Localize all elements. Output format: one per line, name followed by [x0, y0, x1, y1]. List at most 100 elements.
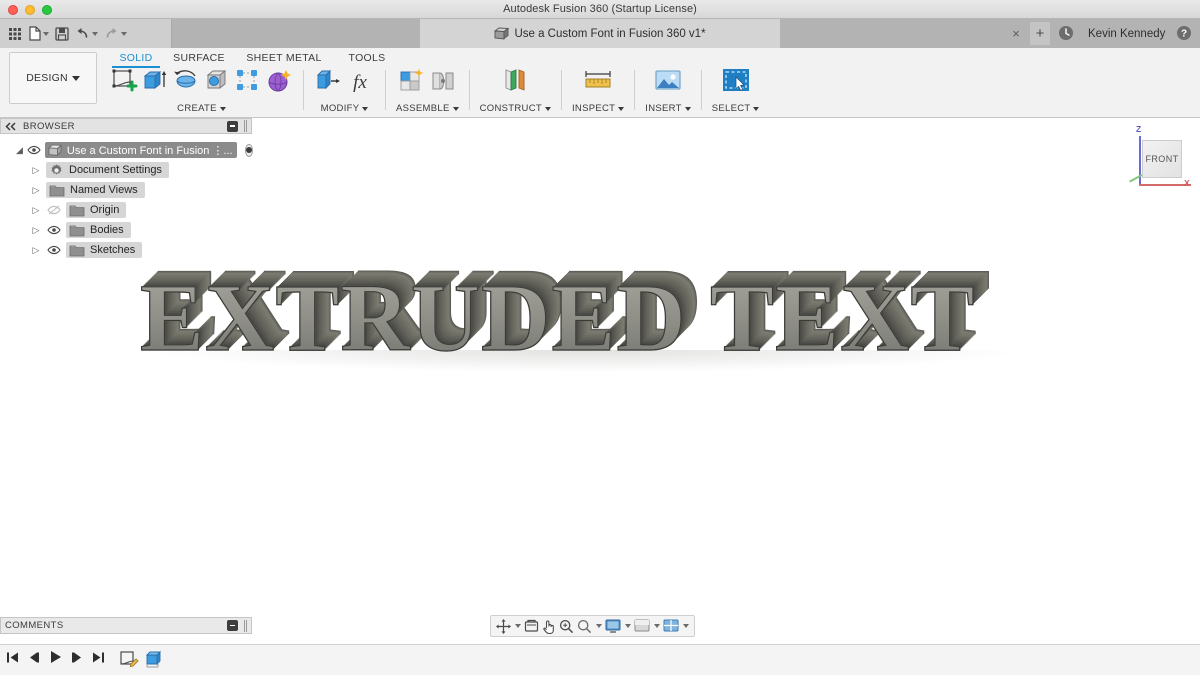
grid-snaps-button[interactable] [634, 619, 660, 633]
comments-panel[interactable]: COMMENTS [0, 617, 252, 634]
extrude-icon[interactable] [141, 67, 169, 100]
chevron-down-icon[interactable] [625, 624, 631, 628]
select-window-icon[interactable] [721, 67, 751, 100]
viewports-button[interactable] [663, 619, 689, 633]
view-cube-front-face[interactable]: FRONT [1142, 140, 1182, 178]
view-cube[interactable]: Z X FRONT [1118, 122, 1194, 194]
measure-icon[interactable] [583, 67, 613, 100]
minimize-window-button[interactable] [25, 5, 35, 15]
look-at-button[interactable] [524, 619, 539, 633]
display-settings-button[interactable] [605, 619, 631, 633]
help-icon[interactable]: ? [1176, 25, 1192, 46]
extrude-feature-icon[interactable] [144, 649, 166, 671]
ribbon-group-label[interactable]: MODIFY [321, 103, 369, 114]
tree-node-document-settings[interactable]: ▷ Document Settings [0, 160, 252, 180]
document-tab[interactable]: Use a Custom Font in Fusion 360 v1* [420, 19, 780, 48]
sketch-feature-icon[interactable] [118, 649, 140, 671]
orbit-button[interactable] [496, 618, 521, 634]
tree-node-chip[interactable]: Named Views [46, 182, 145, 198]
pan-button[interactable] [542, 619, 556, 634]
tree-node-bodies[interactable]: ▷ Bodies [0, 220, 252, 240]
create-sketch-icon[interactable] [110, 67, 138, 100]
visibility-icon[interactable] [46, 205, 62, 215]
group-label-text: ASSEMBLE [396, 103, 450, 114]
play-icon[interactable] [49, 650, 62, 664]
browser-header: BROWSER [0, 118, 252, 134]
group-label-text: CONSTRUCT [479, 103, 542, 114]
tree-node-chip[interactable]: Sketches [66, 242, 143, 258]
pattern-icon[interactable] [234, 67, 262, 100]
chevron-down-icon [753, 106, 760, 111]
expand-arrow-icon[interactable]: ◢ [16, 145, 23, 156]
group-label-text: INSERT [645, 103, 682, 114]
tab-tools[interactable]: TOOLS [330, 48, 404, 68]
sweep-icon[interactable] [203, 67, 231, 100]
step-forward-icon[interactable] [71, 651, 83, 664]
ribbon-group-label[interactable]: CONSTRUCT [480, 103, 551, 114]
panel-options-icon[interactable] [227, 120, 238, 132]
panel-resize-grip[interactable] [244, 619, 247, 632]
chevron-down-icon [684, 106, 691, 111]
clock-icon[interactable] [1058, 25, 1074, 46]
workspace-selector[interactable]: DESIGN [9, 52, 97, 104]
visibility-icon[interactable] [46, 245, 62, 255]
fit-button[interactable] [577, 619, 602, 634]
close-tab-button[interactable]: × [1008, 25, 1024, 41]
tab-sheet-metal[interactable]: SHEET METAL [238, 48, 330, 68]
new-component-icon[interactable] [398, 67, 426, 100]
ribbon-group-label[interactable]: INSERT [645, 103, 691, 114]
tree-node-root[interactable]: ◢ Use a Custom Font in Fusion ⋮... [0, 140, 253, 160]
activate-component-radio[interactable] [244, 143, 253, 157]
skip-to-end-icon[interactable] [92, 651, 105, 664]
expand-arrow-icon[interactable]: ▷ [30, 165, 42, 176]
tree-node-origin[interactable]: ▷ Origin [0, 200, 252, 220]
panel-options-icon[interactable] [227, 620, 238, 631]
tree-node-chip[interactable]: Bodies [66, 222, 131, 238]
tree-node-sketches[interactable]: ▷ Sketches [0, 240, 252, 260]
zoom-button[interactable] [559, 619, 574, 634]
tree-node-chip[interactable]: Origin [66, 202, 127, 218]
extruded-text-model[interactable]: EXTRUDED TEXT EXTRUDED TEXT [139, 262, 1040, 382]
group-divider [303, 70, 304, 110]
chevron-down-icon[interactable] [654, 624, 660, 628]
tree-node-named-views[interactable]: ▷ Named Views [0, 180, 252, 200]
maximize-window-button[interactable] [42, 5, 52, 15]
ribbon-group-label[interactable]: ASSEMBLE [396, 103, 459, 114]
file-menu-button[interactable] [26, 23, 51, 45]
insert-image-icon[interactable] [654, 67, 682, 100]
offset-plane-icon[interactable] [501, 67, 529, 100]
form-icon[interactable] [265, 67, 293, 100]
ribbon-group-label[interactable]: CREATE [177, 103, 226, 114]
press-pull-icon[interactable] [314, 67, 342, 100]
group-divider [560, 70, 562, 110]
save-button[interactable] [53, 23, 71, 45]
expand-arrow-icon[interactable]: ▷ [30, 225, 42, 236]
ribbon-group-label[interactable]: INSPECT [572, 103, 625, 114]
tab-solid[interactable]: SOLID [112, 48, 160, 68]
chevron-down-icon[interactable] [596, 624, 602, 628]
chevron-down-icon[interactable] [683, 624, 689, 628]
tree-node-chip[interactable]: Document Settings [46, 162, 169, 178]
visibility-icon[interactable] [46, 225, 62, 235]
redo-button[interactable] [102, 23, 129, 45]
change-parameters-icon[interactable]: fx [345, 67, 375, 100]
panel-resize-grip[interactable] [244, 120, 247, 132]
chevron-down-icon[interactable] [515, 624, 521, 628]
expand-arrow-icon[interactable]: ▷ [30, 185, 42, 196]
undo-button[interactable] [73, 23, 100, 45]
new-tab-button[interactable]: + [1030, 22, 1050, 45]
step-back-icon[interactable] [28, 651, 40, 664]
revolve-icon[interactable] [172, 67, 200, 100]
collapse-left-icon[interactable] [5, 121, 17, 131]
skip-to-start-icon[interactable] [6, 651, 19, 664]
tab-surface[interactable]: SURFACE [160, 48, 238, 68]
tree-node-chip[interactable]: Use a Custom Font in Fusion ⋮... [44, 142, 237, 158]
user-name[interactable]: Kevin Kennedy [1088, 19, 1165, 48]
visibility-icon[interactable] [27, 145, 41, 155]
ribbon-group-label[interactable]: SELECT [712, 103, 760, 114]
close-window-button[interactable] [8, 5, 18, 15]
expand-arrow-icon[interactable]: ▷ [30, 245, 42, 256]
joint-icon[interactable] [429, 67, 457, 100]
app-grid-button[interactable] [6, 23, 24, 45]
expand-arrow-icon[interactable]: ▷ [30, 205, 42, 216]
